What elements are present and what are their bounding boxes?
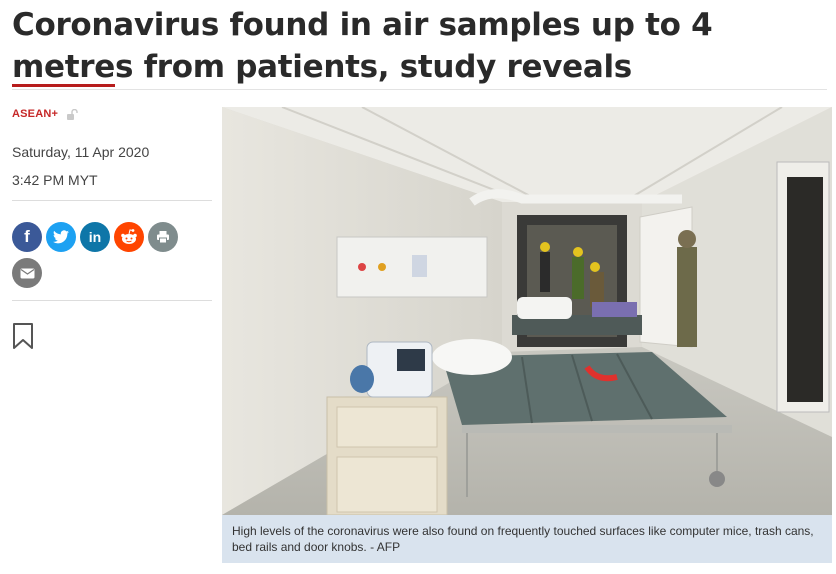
publish-date: Saturday, 11 Apr 2020 bbox=[12, 144, 150, 160]
article-headline: Coronavirus found in air samples up to 4… bbox=[12, 7, 713, 85]
reddit-share-button[interactable] bbox=[114, 222, 144, 252]
email-icon bbox=[20, 268, 34, 278]
publish-time: 3:42 PM MYT bbox=[12, 172, 98, 188]
photo-caption: High levels of the coronavirus were also… bbox=[222, 515, 832, 563]
share-buttons: f in bbox=[12, 222, 212, 294]
linkedin-share-button[interactable]: in bbox=[80, 222, 110, 252]
twitter-icon bbox=[53, 230, 69, 244]
bookmark-icon[interactable] bbox=[12, 322, 34, 350]
category-row: ASEAN+ bbox=[12, 108, 212, 120]
category-link[interactable]: ASEAN+ bbox=[12, 108, 58, 120]
share-divider bbox=[12, 300, 212, 301]
print-icon bbox=[157, 231, 169, 244]
twitter-share-button[interactable] bbox=[46, 222, 76, 252]
facebook-share-button[interactable]: f bbox=[12, 222, 42, 252]
article-photo bbox=[222, 107, 832, 515]
print-button[interactable] bbox=[148, 222, 178, 252]
headline-divider bbox=[12, 89, 827, 90]
facebook-icon: f bbox=[24, 227, 30, 246]
linkedin-icon: in bbox=[88, 229, 102, 245]
meta-divider bbox=[12, 200, 212, 201]
article-meta-sidebar: ASEAN+ Saturday, 11 Apr 2020 3:42 PM MYT… bbox=[12, 108, 212, 349]
unlock-icon bbox=[67, 108, 78, 120]
headline-accent-underline bbox=[12, 84, 115, 87]
email-share-button[interactable] bbox=[12, 258, 42, 288]
reddit-icon bbox=[121, 229, 137, 244]
